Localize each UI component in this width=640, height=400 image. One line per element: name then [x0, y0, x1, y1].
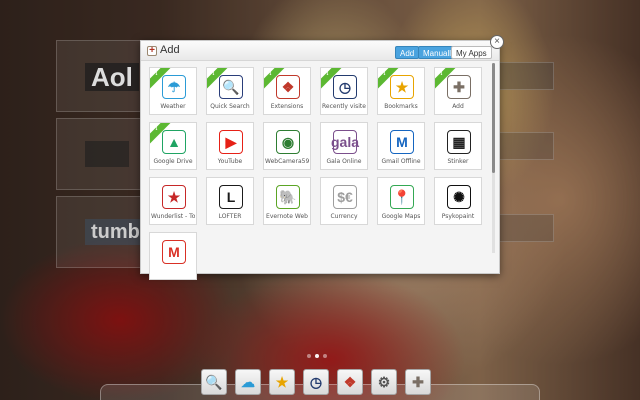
app-tile[interactable]: ✚ Add: [434, 67, 482, 115]
dock-weather[interactable]: ☁: [235, 369, 261, 395]
gmail-offline-icon: M: [390, 130, 414, 154]
clock-icon: ◷: [309, 373, 323, 390]
app-label: LOFTER: [218, 213, 242, 220]
app-label: YouTube: [217, 158, 243, 165]
youtube-icon: ▶: [219, 130, 243, 154]
app-label: Psykopaint: [441, 213, 475, 220]
search-icon: 🔍: [219, 75, 243, 99]
star-icon: ★: [390, 75, 414, 99]
gmail-icon: M: [162, 240, 186, 264]
apple-logo-icon: [85, 141, 129, 167]
page-dot[interactable]: [307, 354, 311, 358]
background-dial-right-3[interactable]: [498, 214, 554, 242]
dock-settings[interactable]: ⚙: [371, 369, 397, 395]
weather-icon: ☂: [162, 75, 186, 99]
app-tile[interactable]: ◷ Recently visited: [320, 67, 368, 115]
app-tile[interactable]: ★ Wunderlist - To: [149, 177, 197, 225]
app-tile[interactable]: ▶ YouTube: [206, 122, 254, 170]
plus-icon: ✚: [447, 75, 471, 99]
app-label: Weather: [160, 103, 186, 110]
evernote-icon: 🐘: [276, 185, 300, 209]
app-tile[interactable]: ▲ Google Drive: [149, 122, 197, 170]
dock-quick-search[interactable]: 🔍: [201, 369, 227, 395]
weather-icon: ☁: [241, 373, 255, 390]
scrollbar-thumb[interactable]: [492, 63, 495, 173]
gala-icon: gala: [331, 130, 359, 154]
add-dialog: + Add Add Manually My Apps × ☂ Weather 🔍 Qu…: [140, 35, 504, 280]
app-label: Google Drive: [153, 158, 193, 165]
app-label: Wunderlist - To: [151, 213, 195, 220]
clock-icon: ◷: [333, 75, 357, 99]
app-tile[interactable]: ◉ WebCamera59: [263, 122, 311, 170]
currency-icon: $€: [333, 185, 357, 209]
app-tile[interactable]: ❖ Extensions: [263, 67, 311, 115]
app-label: Add: [452, 103, 464, 110]
tab-add[interactable]: Add: [395, 46, 420, 59]
app-tile[interactable]: M Gmail Offline: [377, 122, 425, 170]
app-label: Stinker: [447, 158, 469, 165]
add-icon: +: [147, 46, 157, 56]
dropbox-icon: ❖: [343, 373, 357, 390]
stinker-icon: ▦: [447, 130, 471, 154]
app-tile[interactable]: M: [149, 232, 197, 280]
psykopaint-icon: ✺: [447, 185, 471, 209]
app-label: Gmail Offline: [381, 158, 421, 165]
app-tile[interactable]: $€ Currency: [320, 177, 368, 225]
wunderlist-icon: ★: [162, 185, 186, 209]
lofter-icon: L: [219, 185, 243, 209]
background-dial-right-2[interactable]: [498, 132, 554, 160]
app-label: Bookmarks: [384, 103, 418, 110]
aol-logo: Aol: [85, 63, 139, 91]
dialog-title: Add: [160, 44, 180, 56]
app-label: Recently visited: [322, 103, 366, 110]
app-tile[interactable]: L LOFTER: [206, 177, 254, 225]
gear-icon: ⚙: [377, 373, 391, 390]
app-tile[interactable]: ▦ Stinker: [434, 122, 482, 170]
app-label: Evernote Web: [266, 213, 308, 220]
background-dial-right-1[interactable]: [498, 62, 554, 90]
dock-bookmarks[interactable]: ★: [269, 369, 295, 395]
dock-add[interactable]: ✚: [405, 369, 431, 395]
plus-icon: ✚: [412, 373, 424, 390]
app-tile[interactable]: ★ Bookmarks: [377, 67, 425, 115]
app-label: Gala Online: [326, 158, 362, 165]
star-icon: ★: [275, 373, 289, 390]
google-maps-icon: 📍: [390, 185, 414, 209]
webcam-icon: ◉: [276, 130, 300, 154]
app-label: Currency: [330, 213, 358, 220]
page-dot[interactable]: [323, 354, 327, 358]
dock-extensions[interactable]: ❖: [337, 369, 363, 395]
app-tile[interactable]: gala Gala Online: [320, 122, 368, 170]
page-dot[interactable]: [315, 354, 319, 358]
app-tile[interactable]: ☂ Weather: [149, 67, 197, 115]
app-label: WebCamera59: [265, 158, 309, 165]
tab-my-apps[interactable]: My Apps: [451, 46, 492, 59]
search-icon: 🔍: [205, 373, 223, 390]
app-label: Quick Search: [210, 103, 250, 110]
app-tile[interactable]: 🔍 Quick Search: [206, 67, 254, 115]
google-drive-icon: ▲: [162, 130, 186, 154]
scrollbar[interactable]: [492, 63, 495, 253]
dialog-header: + Add Add Manually My Apps: [141, 41, 499, 61]
app-tile[interactable]: ✺ Psykopaint: [434, 177, 482, 225]
app-tile[interactable]: 📍 Google Maps: [377, 177, 425, 225]
dock-recently-visited[interactable]: ◷: [303, 369, 329, 395]
app-label: Extensions: [270, 103, 304, 110]
app-tile[interactable]: 🐘 Evernote Web: [263, 177, 311, 225]
close-button[interactable]: ×: [490, 35, 504, 49]
app-label: Google Maps: [381, 213, 421, 220]
dropbox-icon: ❖: [276, 75, 300, 99]
